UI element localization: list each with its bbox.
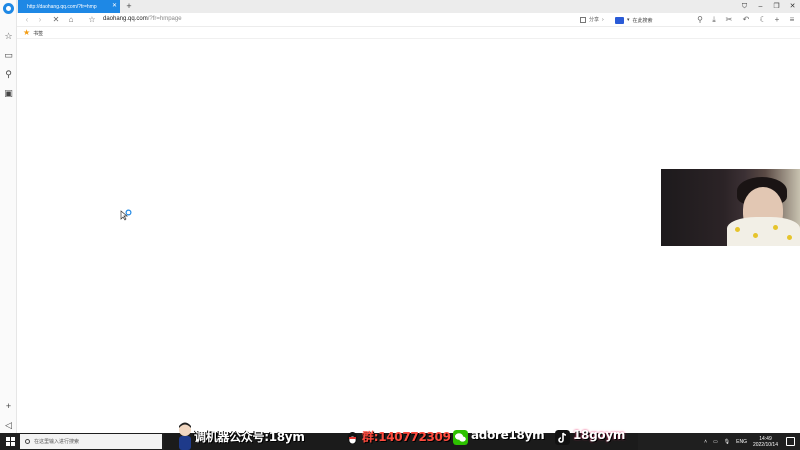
- windows-start-icon[interactable]: [6, 437, 15, 446]
- close-tab-icon[interactable]: ✕: [112, 3, 117, 9]
- add-sidebar-item-icon[interactable]: +: [3, 401, 14, 412]
- url-host: daohang.qq.com: [103, 16, 148, 22]
- taskbar-search-placeholder: 在这里输入进行搜索: [34, 439, 80, 445]
- tab-active[interactable]: http://daohang.qq.com/?fr=hmp ✕: [18, 0, 120, 13]
- douyin-icon: [555, 430, 570, 445]
- search-magnifier-icon[interactable]: ⚲: [694, 14, 706, 26]
- qq-group-text: 群:140772309: [362, 430, 451, 444]
- network-icon[interactable]: ▭: [713, 439, 718, 445]
- new-tab-button[interactable]: +: [123, 0, 135, 13]
- search-icon[interactable]: ⚲: [3, 69, 14, 80]
- cartoon-avatar-icon: [179, 422, 191, 450]
- taskbar-search-icon: [25, 439, 30, 444]
- wechat-text: adore18ym: [471, 428, 545, 442]
- minimize-button[interactable]: –: [753, 0, 768, 13]
- bookmark-label: 书签: [33, 30, 44, 37]
- favorites-star-icon[interactable]: ☆: [3, 31, 14, 42]
- taskbar-search-box[interactable]: 在这里输入进行搜索: [20, 434, 162, 449]
- reading-list-icon[interactable]: ▭: [3, 50, 14, 61]
- bookmark-folder-star-icon: ★: [23, 28, 31, 37]
- bookmarks-bar: ★ 书签: [17, 27, 800, 39]
- search-box[interactable]: ▾ 在此搜索: [615, 15, 653, 25]
- maximize-button[interactable]: ❐: [769, 0, 784, 13]
- night-mode-icon[interactable]: ☾: [757, 14, 769, 26]
- system-tray: ˄ ▭ 🎙 ENG 14:49 2022/10/14: [704, 433, 778, 450]
- bookmark-item[interactable]: ★ 书签: [23, 29, 43, 37]
- stop-loading-icon[interactable]: ✕: [50, 14, 62, 26]
- language-indicator[interactable]: ENG: [736, 439, 747, 445]
- tab-strip: http://daohang.qq.com/?fr=hmp ✕ + ⛉ – ❐ …: [17, 0, 800, 13]
- close-window-button[interactable]: ✕: [785, 0, 800, 13]
- microphone-icon[interactable]: 🎙: [724, 439, 730, 445]
- qq-penguin-icon: [347, 432, 358, 444]
- share-label: 分享: [589, 17, 600, 23]
- public-account-text: 调机器公众号:18ym: [194, 430, 305, 444]
- screenshot-tool-icon[interactable]: ▣: [3, 88, 14, 99]
- chevron-right-icon: ›: [602, 16, 604, 23]
- home-icon[interactable]: ⌂: [65, 14, 77, 26]
- collapse-sidebar-icon[interactable]: ◁: [3, 420, 14, 431]
- douyin-text: 18goym: [573, 428, 626, 442]
- share-icon: [580, 16, 586, 23]
- browser-sidebar: ☆ ▭ ⚲ ▣ + ◁: [0, 0, 17, 433]
- search-engine-icon[interactable]: [615, 16, 624, 24]
- tab-title: http://daohang.qq.com/?fr=hmp: [27, 3, 97, 10]
- clock[interactable]: 14:49 2022/10/14: [753, 436, 778, 448]
- webcam-overlay: [661, 169, 800, 246]
- bookmark-star-icon[interactable]: ☆: [86, 14, 98, 26]
- scissors-icon[interactable]: ✂: [723, 14, 735, 26]
- chevron-down-icon: ▾: [627, 17, 630, 23]
- browser-logo[interactable]: [3, 3, 14, 14]
- busy-cursor-icon: [120, 209, 132, 221]
- url-path: /?fr=hmpage: [147, 16, 182, 22]
- wechat-icon: [453, 430, 468, 445]
- search-placeholder: 在此搜索: [632, 17, 653, 24]
- skin-icon[interactable]: ⛉: [737, 0, 752, 13]
- menu-icon[interactable]: ≡: [786, 14, 798, 26]
- forward-icon[interactable]: ›: [34, 14, 46, 26]
- address-bar[interactable]: daohang.qq.com/?fr=hmpage: [103, 16, 182, 22]
- add-icon[interactable]: +: [771, 14, 783, 26]
- chevron-up-icon[interactable]: ˄: [704, 439, 707, 445]
- navigation-toolbar: ‹ › ✕ ⌂ ☆ daohang.qq.com/?fr=hmpage 分享 ›…: [17, 13, 800, 27]
- share-button[interactable]: 分享 ›: [580, 16, 604, 23]
- undo-icon[interactable]: ↶: [740, 14, 752, 26]
- download-icon[interactable]: ⤓: [708, 14, 720, 26]
- notification-center-icon[interactable]: [786, 437, 795, 446]
- back-icon[interactable]: ‹: [21, 14, 33, 26]
- clock-date: 2022/10/14: [752, 441, 778, 448]
- stream-banner: 调机器公众号:18ym 群:140772309 adore18ym 18goym: [164, 422, 638, 450]
